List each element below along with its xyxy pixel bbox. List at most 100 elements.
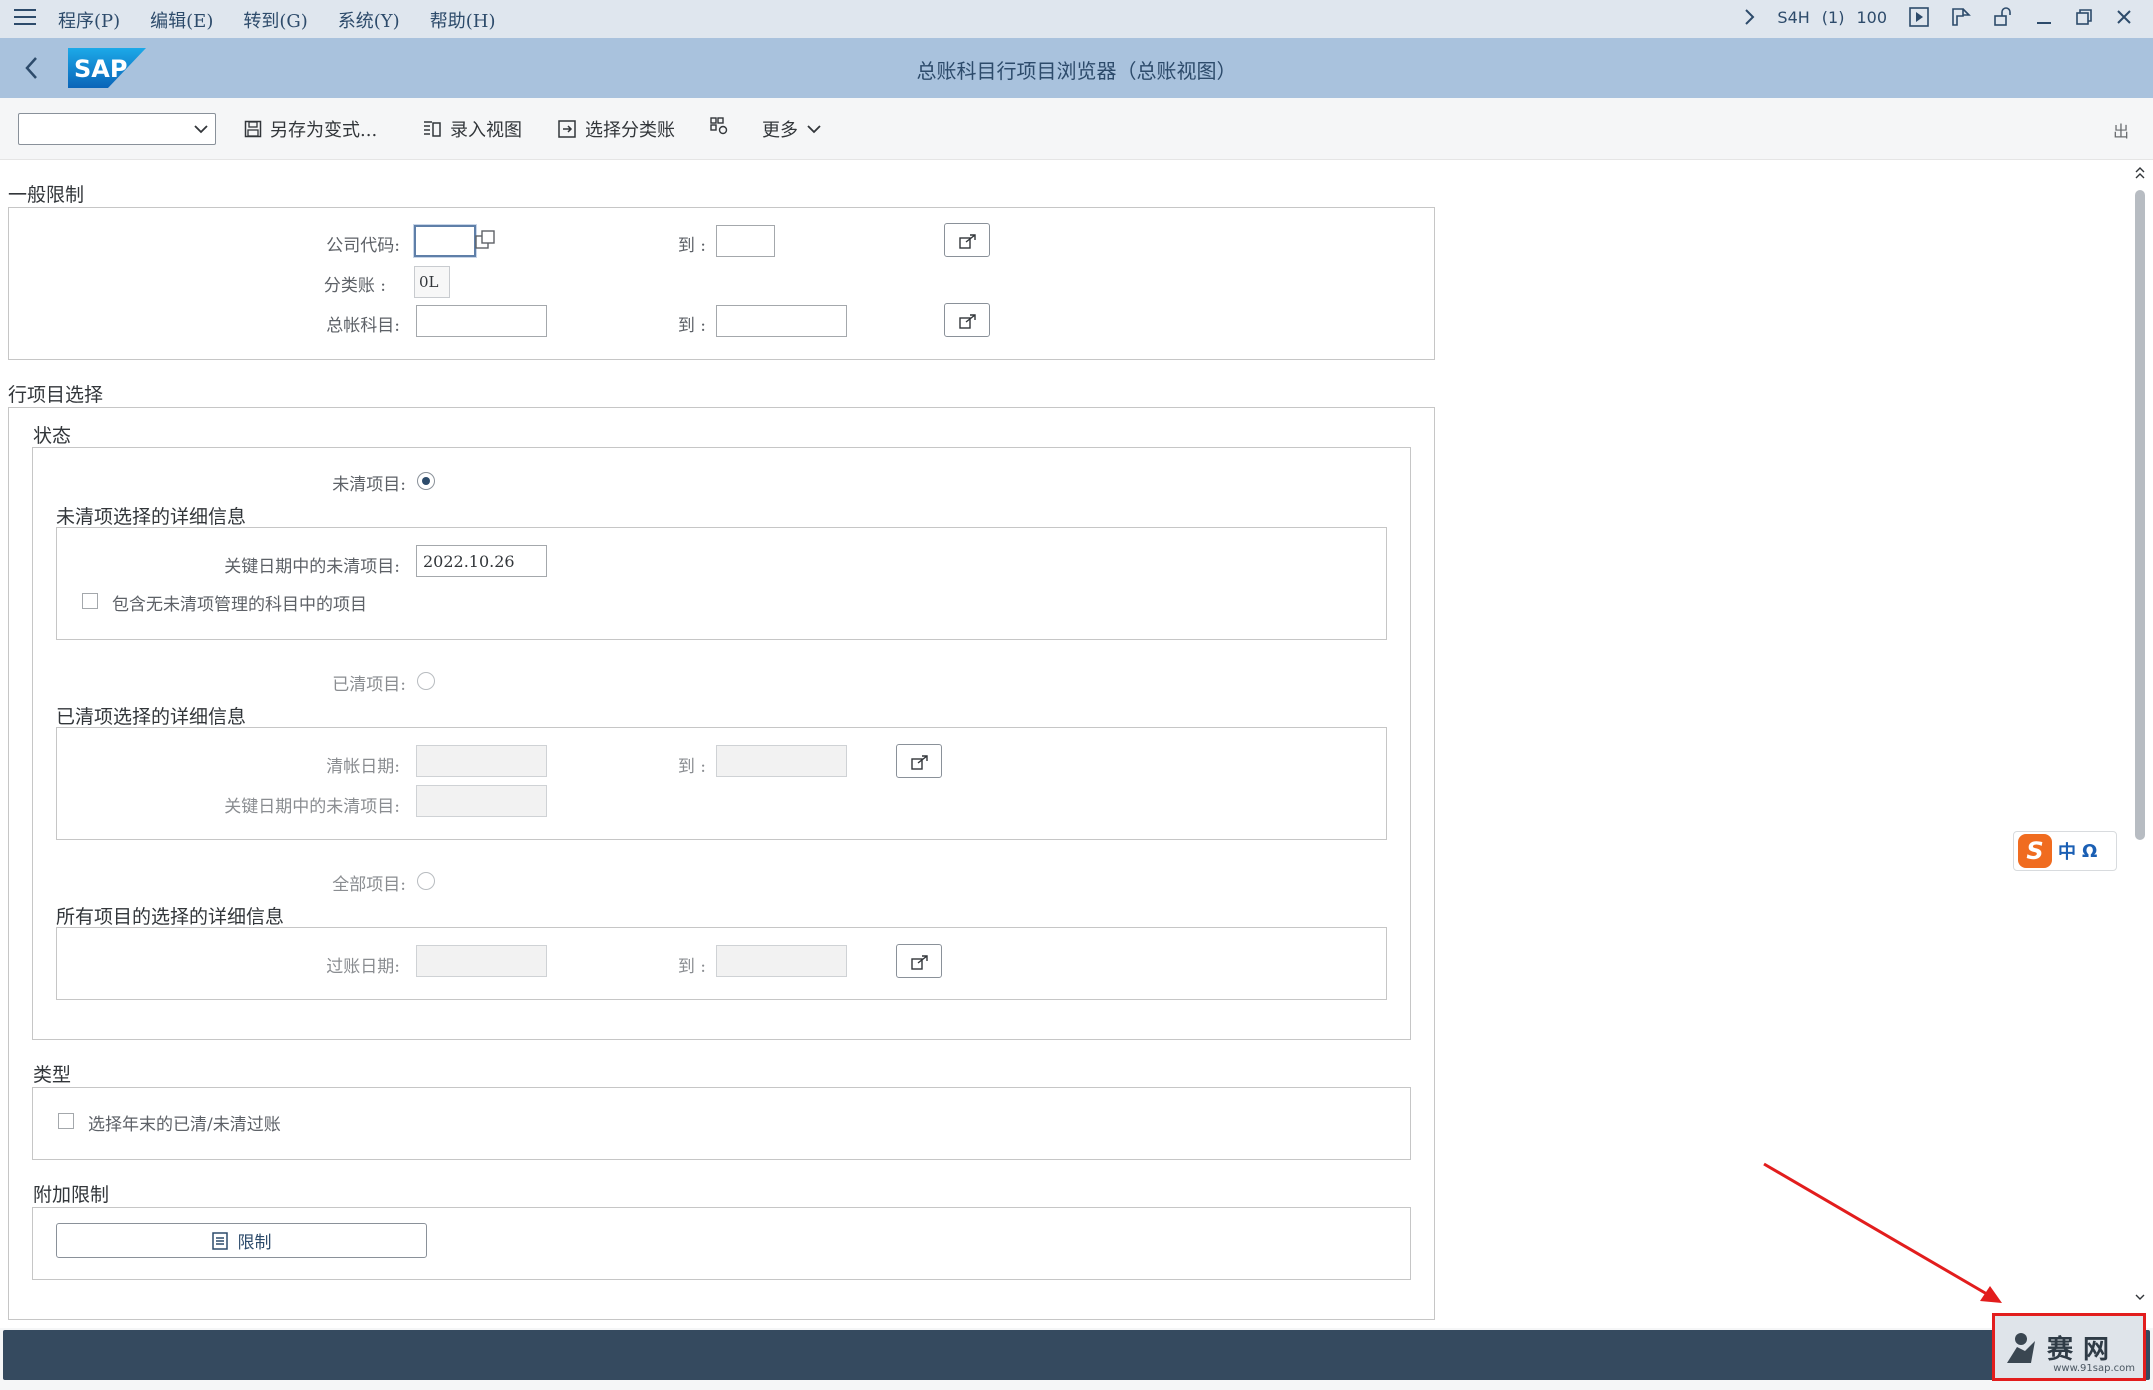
open-key-date-label: 关键日期中的未清项目: (224, 557, 400, 577)
select-ledger-button[interactable]: 选择分类账 (557, 116, 675, 142)
posting-date-to-label: 到 : (677, 957, 706, 977)
status-bar (3, 1330, 2150, 1380)
play-icon[interactable] (1909, 7, 1929, 27)
posting-date-to-input[interactable] (716, 945, 847, 977)
variant-select[interactable] (18, 113, 216, 145)
watermark-logo-icon (2007, 1333, 2035, 1363)
open-key-date-input[interactable] (416, 545, 547, 577)
external-arrow-icon (959, 314, 976, 329)
chevron-down-icon (194, 125, 208, 134)
status-title: 状态 (33, 425, 72, 447)
entry-view-label: 录入视图 (450, 120, 522, 141)
vertical-scrollbar[interactable] (2130, 160, 2150, 1310)
restore-icon[interactable] (2075, 8, 2093, 26)
open-items-radio[interactable] (417, 472, 435, 490)
general-restrictions-title: 一般限制 (8, 184, 85, 206)
multiple-selection-icon[interactable] (474, 228, 498, 252)
menu-help[interactable]: 帮助(H) (430, 7, 496, 33)
all-items-radio[interactable] (417, 872, 435, 890)
restrict-button[interactable]: 限制 (56, 1223, 427, 1258)
open-details-box (56, 527, 1387, 640)
gl-account-to-input[interactable] (716, 305, 847, 337)
include-no-oi-label: 包含无未清项管理的科目中的项目 (112, 595, 367, 615)
include-no-oi-checkbox[interactable] (82, 593, 98, 609)
minimize-icon[interactable] (2035, 8, 2053, 26)
clearing-date-multi-select-button[interactable] (896, 744, 942, 778)
shell-header: SAP 总账科目行项目浏览器（总账视图） (0, 38, 2153, 98)
year-end-checkbox[interactable] (58, 1113, 74, 1129)
menu-list: 程序(P) 编辑(E) 转到(G) 系统(Y) 帮助(H) (58, 7, 495, 33)
session-number: (1) (1821, 7, 1845, 27)
entry-view-icon (424, 121, 441, 137)
restrict-button-label: 限制 (237, 1233, 272, 1253)
posting-date-from-input[interactable] (416, 945, 547, 977)
cleared-key-date-input[interactable] (416, 785, 547, 817)
ime-mode[interactable]: 中 (2058, 838, 2076, 864)
save-icon (244, 120, 262, 138)
menubar-right: S4H (1) 100 (1743, 7, 2133, 27)
save-as-variant-label: 另存为变式... (270, 120, 378, 141)
more-menu-button[interactable]: 更多 (762, 116, 822, 142)
posting-date-multi-select-button[interactable] (896, 944, 942, 978)
ime-symbol-icon[interactable]: Ω (2082, 841, 2097, 862)
settings-grid-button[interactable] (709, 116, 729, 136)
ledger-value: 0L (414, 266, 450, 298)
clearing-date-label: 清帐日期: (326, 757, 400, 777)
company-code-label: 公司代码: (326, 236, 400, 256)
chevron-right-icon[interactable] (1743, 8, 1755, 26)
cleared-details-title: 已清项选择的详细信息 (56, 706, 247, 728)
cleared-items-label: 已清项目: (332, 675, 406, 695)
clearing-date-to-label: 到 : (677, 757, 706, 777)
client-number: 100 (1856, 7, 1887, 27)
external-arrow-icon (959, 234, 976, 249)
watermark-text: 赛 (2047, 1334, 2078, 1365)
save-as-variant-button[interactable]: 另存为变式... (244, 116, 377, 142)
external-arrow-icon (911, 955, 928, 970)
cleared-items-radio[interactable] (417, 672, 435, 690)
watermark-badge: 赛 网 www.91sap.com (1992, 1313, 2146, 1381)
annotation-arrow (1763, 1162, 2002, 1303)
gl-account-from-input[interactable] (416, 305, 547, 337)
cleared-details-box (56, 727, 1387, 840)
gl-account-to-label: 到 : (677, 316, 706, 336)
clearing-date-from-input[interactable] (416, 745, 547, 777)
menu-system[interactable]: 系统(Y) (338, 7, 400, 33)
all-items-label: 全部项目: (332, 875, 406, 895)
company-code-to-input[interactable] (716, 225, 775, 257)
type-title: 类型 (33, 1064, 72, 1086)
system-id: S4H (1777, 7, 1810, 27)
unlock-icon[interactable] (1993, 7, 2013, 27)
ime-toolbar[interactable]: S 中 Ω (2013, 831, 2117, 871)
page-title: 总账科目行项目浏览器（总账视图） (916, 59, 1237, 83)
year-end-label: 选择年末的已清/未清过账 (88, 1115, 281, 1135)
scroll-down-icon[interactable] (2133, 1290, 2147, 1304)
menu-program[interactable]: 程序(P) (58, 7, 120, 33)
company-code-from-input[interactable] (414, 225, 476, 257)
menu-bar: 程序(P) 编辑(E) 转到(G) 系统(Y) 帮助(H) S4H (1) 10… (0, 0, 2153, 38)
company-code-multi-select-button[interactable] (944, 223, 990, 257)
select-ledger-icon (558, 120, 576, 138)
hamburger-menu-icon[interactable] (14, 9, 36, 27)
menu-edit[interactable]: 编辑(E) (150, 7, 213, 33)
exit-button[interactable]: 出 (2113, 118, 2129, 142)
select-ledger-label: 选择分类账 (585, 120, 675, 141)
watermark-text-2: 网 (2083, 1334, 2114, 1365)
entry-view-button[interactable]: 录入视图 (422, 116, 522, 142)
customize-layout-icon[interactable] (1951, 7, 1971, 27)
cleared-key-date-label: 关键日期中的未清项目: (224, 797, 400, 817)
list-icon (211, 1231, 228, 1250)
open-details-title: 未清项选择的详细信息 (56, 506, 247, 528)
external-arrow-icon (911, 755, 928, 770)
watermark-url: www.91sap.com (2053, 1363, 2135, 1374)
gl-account-multi-select-button[interactable] (944, 303, 990, 337)
gl-account-label: 总帐科目: (326, 316, 400, 336)
chevron-down-icon (807, 125, 821, 134)
close-icon[interactable] (2115, 8, 2133, 26)
clearing-date-to-input[interactable] (716, 745, 847, 777)
scroll-up-icon[interactable] (2133, 164, 2147, 184)
menu-goto[interactable]: 转到(G) (243, 7, 307, 33)
all-details-title: 所有项目的选择的详细信息 (56, 906, 285, 928)
company-code-to-label: 到 : (677, 236, 706, 256)
additional-restrictions-title: 附加限制 (33, 1184, 110, 1206)
scrollbar-thumb[interactable] (2135, 190, 2145, 840)
